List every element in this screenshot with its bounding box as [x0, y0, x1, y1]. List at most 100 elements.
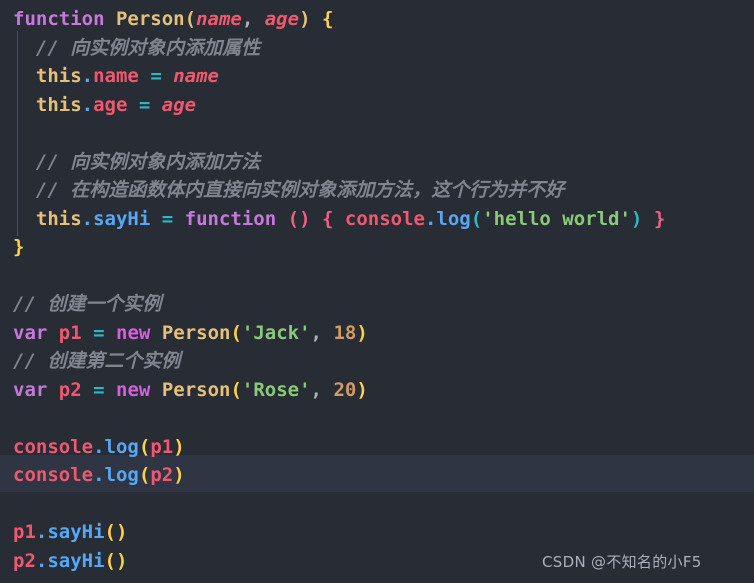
token-dot: . — [81, 65, 94, 87]
code-line[interactable]: // 向实例对象内添加属性 — [0, 34, 754, 63]
token-keyword: function — [184, 207, 277, 230]
token-parameter: name — [196, 8, 242, 30]
token-method: sayHi — [47, 521, 105, 543]
csdn-watermark: CSDN @不知名的小F5 — [542, 553, 702, 571]
code-line[interactable] — [0, 262, 754, 291]
code-line[interactable]: } — [0, 233, 754, 262]
token-variable: p2 — [58, 378, 82, 401]
token-method: log — [104, 464, 139, 486]
token-property: age — [93, 93, 128, 116]
token-method: log — [436, 207, 471, 230]
token-paren-yellow: ( — [184, 8, 197, 30]
token-comment: // 向实例对象内添加方法 — [35, 150, 261, 173]
token-property: name — [93, 65, 139, 87]
code-editor[interactable]: function Person(name, age) { // 向实例对象内添加… — [0, 0, 754, 583]
token-comment: // 创建第二个实例 — [13, 350, 181, 372]
token-dot: . — [93, 435, 105, 458]
token-brace-yellow: { — [321, 8, 334, 30]
token-operator: = — [161, 207, 174, 230]
token-number: 20 — [333, 378, 357, 401]
code-line[interactable]: // 在构造函数体内直接向实例对象添加方法，这个行为并不好 — [0, 176, 754, 205]
token-brace-pink: } — [653, 207, 666, 230]
token-brace-yellow: } — [13, 236, 25, 258]
token-paren-gold: ( — [138, 464, 151, 486]
token-dot: . — [81, 93, 94, 116]
token-paren-gold: () — [104, 521, 128, 543]
token-dot: . — [81, 207, 94, 230]
code-line[interactable]: this.age = age — [0, 91, 754, 120]
token-keyword: var — [13, 321, 48, 344]
token-brace-pink: { — [321, 207, 334, 230]
token-parameter: age — [264, 8, 300, 30]
token-paren-gold: ( — [138, 435, 151, 458]
token-this-keyword: this — [35, 93, 82, 116]
code-line[interactable]: this.sayHi = function () { console.log('… — [0, 205, 754, 234]
code-line[interactable] — [0, 119, 754, 148]
token-dot: . — [424, 207, 437, 230]
code-line[interactable]: console.log(p2) — [0, 461, 754, 490]
token-keyword-new: new — [116, 321, 151, 344]
code-line[interactable]: // 向实例对象内添加方法 — [0, 148, 754, 177]
token-variable: p2 — [150, 464, 174, 486]
token-dot: . — [35, 549, 48, 572]
code-line[interactable]: function Person(name, age) { — [0, 5, 754, 34]
token-paren-gold: ) — [356, 321, 368, 344]
code-line[interactable]: // 创建第二个实例 — [0, 347, 754, 376]
token-method: sayHi — [47, 549, 105, 572]
token-keyword: function — [13, 8, 105, 30]
token-punctuation: , — [310, 321, 322, 344]
token-paren-gold: () — [104, 549, 128, 572]
token-comment: // 向实例对象内添加属性 — [35, 36, 261, 59]
code-line[interactable]: this.name = name — [0, 62, 754, 91]
code-line[interactable] — [0, 490, 754, 519]
token-operator: = — [93, 321, 105, 344]
token-this-keyword: this — [35, 207, 82, 230]
token-paren-yellow: ) — [299, 8, 311, 30]
code-line[interactable]: p1.sayHi() — [0, 518, 754, 547]
token-operator: = — [150, 65, 162, 87]
token-punctuation: , — [310, 378, 322, 401]
token-comment: // 创建一个实例 — [13, 293, 162, 315]
code-content[interactable]: function Person(name, age) { // 向实例对象内添加… — [0, 5, 754, 575]
token-method: sayHi — [93, 207, 151, 230]
token-object: console — [13, 435, 94, 458]
token-variable: p1 — [58, 321, 82, 344]
code-line[interactable]: var p1 = new Person('Jack', 18) — [0, 319, 754, 348]
token-variable: p2 — [13, 549, 36, 572]
code-line[interactable] — [0, 404, 754, 433]
code-line[interactable]: console.log(p1) — [0, 433, 754, 462]
token-operator: = — [93, 378, 105, 401]
code-line[interactable]: // 创建一个实例 — [0, 290, 754, 319]
token-function-name: Person — [161, 378, 231, 401]
token-paren-gold: ( — [230, 321, 242, 344]
code-line[interactable]: var p2 = new Person('Rose', 20) — [0, 376, 754, 405]
token-parameter: name — [173, 65, 219, 87]
token-keyword: var — [13, 378, 48, 401]
